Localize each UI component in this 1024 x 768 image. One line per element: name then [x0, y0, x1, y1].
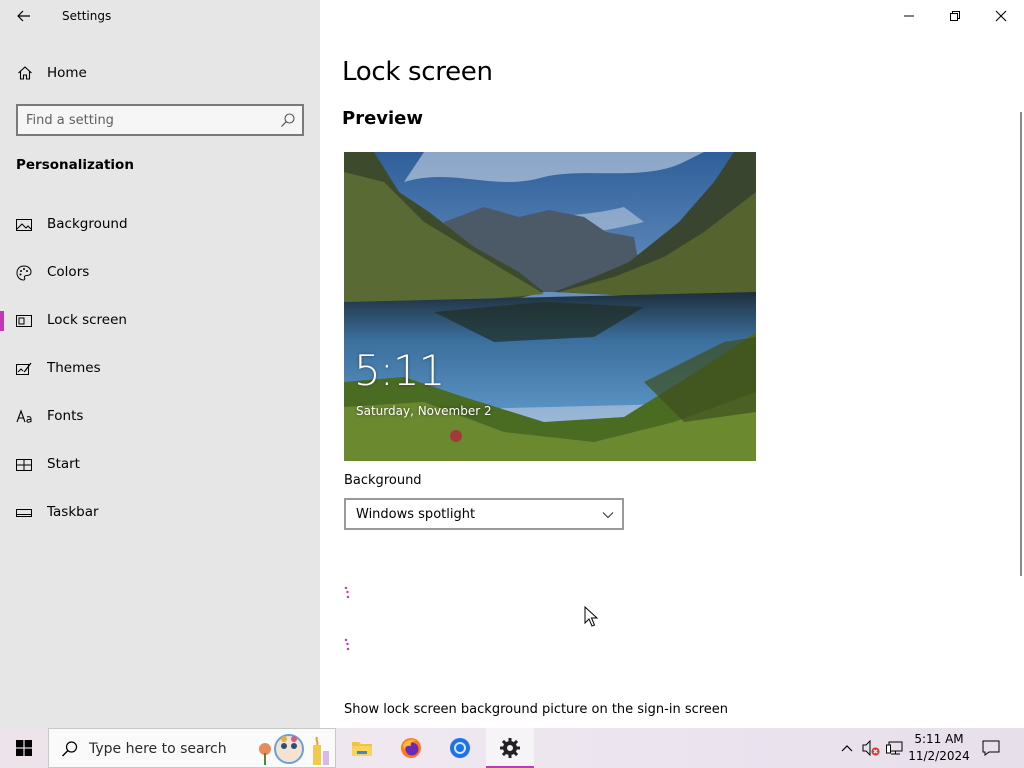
taskbar-file-explorer[interactable]	[338, 728, 386, 768]
lock-screen-preview: 5:11 Saturday, November 2	[344, 152, 756, 461]
sidebar-item-label: Colors	[47, 264, 90, 280]
minimize-button[interactable]	[886, 0, 932, 32]
title-bar: Settings	[0, 0, 320, 32]
tray-network-button[interactable]	[884, 728, 906, 768]
start-icon	[16, 459, 32, 471]
volume-muted-icon	[862, 740, 880, 756]
search-highlight-illustration-icon	[259, 734, 329, 765]
picture-icon	[16, 219, 32, 231]
themes-icon	[16, 362, 32, 375]
lock-screen-icon	[16, 315, 32, 327]
background-dropdown[interactable]: Windows spotlight	[344, 498, 624, 530]
sidebar-item-fonts[interactable]: Fonts	[0, 397, 320, 437]
taskbar-chrome[interactable]	[436, 728, 484, 768]
sidebar-item-label: Fonts	[47, 408, 84, 424]
sidebar-item-themes[interactable]: Themes	[0, 349, 320, 389]
restore-button[interactable]	[932, 0, 978, 32]
sidebar-item-label: Start	[47, 456, 80, 472]
sidebar-item-label: Background	[47, 216, 128, 232]
window-controls	[886, 0, 1024, 32]
scrollbar[interactable]	[1020, 112, 1022, 576]
clock-date: 11/2/2024	[908, 749, 970, 763]
sidebar-item-lock-screen[interactable]: Lock screen	[0, 301, 320, 341]
start-button[interactable]	[0, 728, 48, 768]
sidebar-item-taskbar[interactable]: Taskbar	[0, 493, 320, 533]
tray-volume-button[interactable]	[860, 728, 882, 768]
search-icon	[62, 741, 78, 757]
action-center-button[interactable]	[978, 728, 1004, 768]
main-content: Lock screen Preview 5:11 Saturday, Novem…	[320, 0, 1024, 728]
taskbar-settings[interactable]	[486, 728, 534, 768]
sidebar-item-label: Taskbar	[47, 504, 99, 520]
home-nav-item[interactable]: Home	[0, 58, 320, 88]
restore-icon	[950, 11, 960, 21]
background-label: Background	[344, 473, 422, 488]
taskbar-firefox[interactable]	[387, 728, 435, 768]
preview-date: Saturday, November 2	[356, 404, 492, 418]
back-arrow-icon	[17, 10, 30, 22]
home-icon	[18, 66, 32, 80]
sidebar-item-start[interactable]: Start	[0, 445, 320, 485]
close-button[interactable]	[978, 0, 1024, 32]
loading-spinner-icon	[344, 586, 350, 599]
sidebar-item-label: Lock screen	[47, 312, 127, 328]
search-icon[interactable]	[280, 112, 296, 128]
show-signin-background-label: Show lock screen background picture on t…	[344, 702, 729, 717]
back-button[interactable]	[8, 4, 40, 28]
palette-icon	[16, 265, 32, 281]
selection-indicator	[0, 311, 4, 331]
loading-spinner-icon	[344, 638, 350, 651]
app-title: Settings	[62, 9, 112, 23]
tray-overflow-button[interactable]	[836, 728, 858, 768]
taskbar-clock[interactable]: 5:11 AM 11/2/2024	[908, 731, 970, 765]
preview-heading: Preview	[342, 108, 424, 129]
sidebar-item-background[interactable]: Background	[0, 205, 320, 245]
taskbar-search-text: Type here to search	[89, 741, 227, 757]
find-setting-input[interactable]	[26, 111, 276, 129]
fonts-icon	[16, 409, 32, 423]
notification-icon	[982, 740, 1000, 756]
chevron-down-icon	[602, 512, 614, 519]
settings-icon	[500, 738, 520, 758]
windows-logo-icon	[16, 740, 32, 756]
network-icon	[886, 741, 903, 755]
chrome-icon	[450, 738, 470, 758]
background-dropdown-value: Windows spotlight	[356, 507, 476, 522]
clock-time: 5:11 AM	[914, 732, 964, 746]
preview-time: 5:11	[354, 346, 445, 395]
page-title: Lock screen	[342, 57, 493, 87]
find-setting-search-box[interactable]	[16, 104, 304, 136]
file-explorer-icon	[352, 742, 372, 756]
sidebar-item-label: Themes	[47, 360, 101, 376]
home-label: Home	[47, 65, 87, 81]
close-icon	[995, 10, 1007, 22]
firefox-icon	[401, 738, 421, 758]
taskbar-search-box[interactable]: Type here to search	[48, 728, 336, 768]
minimize-icon	[904, 15, 914, 17]
mouse-cursor-icon	[584, 606, 598, 627]
section-header-personalization: Personalization	[16, 157, 134, 173]
taskbar: Type here to search 5:11 AM 11/2/2024	[0, 728, 1024, 768]
sidebar: Settings Home Personalization Background…	[0, 0, 320, 728]
taskbar-icon	[16, 509, 32, 517]
chevron-up-icon	[841, 745, 853, 752]
sidebar-item-colors[interactable]: Colors	[0, 253, 320, 293]
